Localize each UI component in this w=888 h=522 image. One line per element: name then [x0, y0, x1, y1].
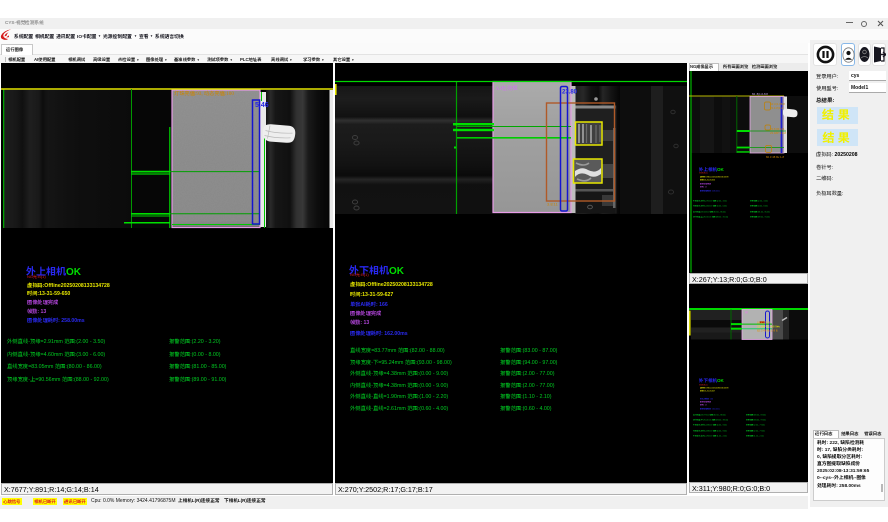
svg-text:灯珠亮值:93, 动态亮值:100: 灯珠亮值:93, 动态亮值:100 [174, 90, 234, 97]
svg-text:82.3 48 8u:1-8: 82.3 48 8u:1-8 [766, 155, 784, 159]
svg-text:AI: AI [745, 310, 748, 314]
svg-text:3.8:11: 3.8:11 [547, 202, 559, 207]
svg-text:5.46: 5.46 [255, 102, 269, 109]
svg-text:23.4 P(1.2: 23.4 P(1.2 [770, 106, 783, 110]
svg-text:84. 8(1.0-8.8: 84. 8(1.0-8.8 [752, 92, 768, 96]
svg-text:23.48P 5.2-8: 23.48P 5.2-8 [770, 131, 786, 135]
svg-text:AI检测框: AI检测框 [496, 84, 519, 92]
svg-text:23.80: 23.80 [562, 90, 578, 96]
svg-text:82.3 48 8u:1-8 8.: 82.3 48 8u:1-8 8. [757, 328, 778, 332]
